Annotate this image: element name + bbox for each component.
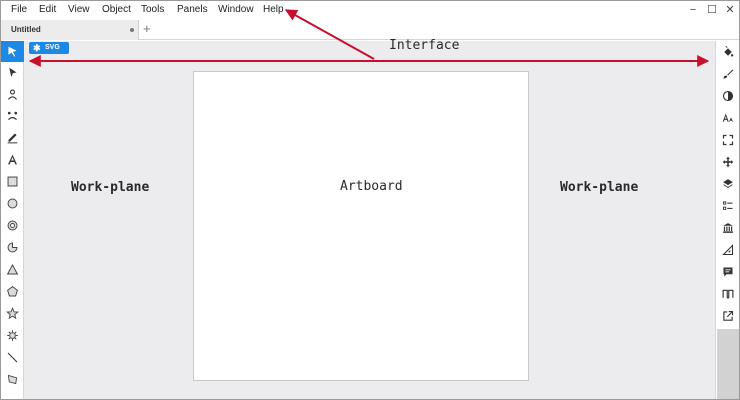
person-icon: [8, 89, 17, 100]
svg-mode-badge[interactable]: ✱ SVG: [29, 42, 69, 54]
panels-toolbar: [715, 41, 739, 399]
panel-layers[interactable]: [716, 173, 739, 194]
menu-bar: File Edit View Object Tools Panels Windo…: [1, 1, 739, 20]
path-icon: [7, 374, 18, 385]
panel-animation[interactable]: [716, 283, 739, 304]
document-tab-title: Untitled: [11, 25, 41, 34]
move-icon: [722, 156, 733, 167]
annotation-workplane-left: Work-plane: [71, 180, 150, 195]
tool-triangle[interactable]: [1, 259, 24, 280]
layers-icon: [722, 178, 733, 188]
text-icon: [8, 154, 17, 165]
annotation-workplane-right: Work-plane: [560, 180, 639, 195]
node-arrow-icon: [9, 67, 17, 77]
star-icon: [6, 307, 19, 320]
pulse-icon: [722, 289, 733, 298]
export-icon: [722, 310, 733, 321]
close-icon[interactable]: ✕: [724, 4, 736, 16]
new-tab-button[interactable]: +: [143, 22, 151, 36]
tools-toolbar: [1, 41, 24, 399]
pie-icon: [7, 242, 18, 253]
panel-scrollbar[interactable]: [717, 329, 739, 399]
menu-panels[interactable]: Panels: [177, 4, 208, 15]
menu-file[interactable]: File: [11, 4, 27, 15]
tool-face[interactable]: [1, 105, 24, 126]
panel-stroke[interactable]: [716, 63, 739, 84]
list-icon: [722, 200, 732, 210]
maximize-icon[interactable]: ☐: [706, 4, 718, 16]
tool-pencil[interactable]: [1, 127, 24, 148]
tool-pie[interactable]: [1, 237, 24, 258]
brush-icon: [723, 69, 733, 78]
tool-line[interactable]: [1, 347, 24, 368]
pentagon-icon: [7, 286, 18, 297]
unsaved-dot-icon[interactable]: [130, 28, 134, 32]
ellipse-icon: [7, 198, 18, 209]
panel-objects[interactable]: [716, 195, 739, 216]
menu-view[interactable]: View: [68, 4, 90, 15]
pencil-icon: [7, 133, 18, 144]
library-icon: [722, 222, 733, 233]
panel-appearance[interactable]: [716, 85, 739, 106]
contrast-icon: [722, 90, 733, 101]
tool-person[interactable]: [1, 84, 24, 105]
line-icon: [7, 352, 18, 363]
tool-rectangle[interactable]: [1, 171, 24, 192]
document-tab[interactable]: Untitled: [1, 20, 139, 40]
tool-path[interactable]: [1, 369, 24, 390]
artboard[interactable]: [193, 71, 529, 381]
face-icon: [7, 111, 18, 120]
panel-notes[interactable]: [716, 261, 739, 282]
panel-measure[interactable]: [716, 239, 739, 260]
panel-fill[interactable]: [716, 41, 739, 62]
cog-shape-icon: [7, 330, 18, 341]
gear-icon: ✱: [33, 43, 41, 53]
ring-icon: [7, 220, 18, 231]
tool-ring[interactable]: [1, 215, 24, 236]
fit-screen-icon: [722, 134, 733, 145]
tool-cog[interactable]: [1, 325, 24, 346]
annotation-interface: Interface: [389, 38, 460, 53]
menu-object[interactable]: Object: [102, 4, 131, 15]
triangle-icon: [6, 264, 19, 275]
ruler-icon: [721, 243, 733, 255]
panel-export[interactable]: [716, 305, 739, 326]
tool-star[interactable]: [1, 303, 24, 324]
annotation-artboard: Artboard: [340, 179, 403, 194]
menu-window[interactable]: Window: [218, 4, 254, 15]
menu-edit[interactable]: Edit: [39, 4, 56, 15]
panel-library[interactable]: [716, 217, 739, 238]
select-arrow-icon: [8, 46, 17, 57]
work-plane[interactable]: ✱ SVG: [24, 41, 715, 399]
panel-transform[interactable]: [716, 129, 739, 150]
tool-node[interactable]: [1, 62, 24, 83]
minimize-icon[interactable]: −: [687, 4, 699, 16]
tool-pentagon[interactable]: [1, 281, 24, 302]
paint-bucket-icon: [723, 45, 733, 57]
panel-text[interactable]: [716, 107, 739, 128]
tool-select[interactable]: [1, 41, 24, 62]
tool-ellipse[interactable]: [1, 193, 24, 214]
svg-badge-label: SVG: [45, 44, 60, 51]
rectangle-icon: [7, 176, 18, 187]
panel-align[interactable]: [716, 151, 739, 172]
comment-icon: [723, 267, 732, 276]
menu-help[interactable]: Help: [263, 4, 284, 15]
document-tab-bar: Untitled +: [1, 20, 739, 40]
menu-tools[interactable]: Tools: [141, 4, 164, 15]
tool-text[interactable]: [1, 149, 24, 170]
font-size-icon: [722, 113, 733, 122]
